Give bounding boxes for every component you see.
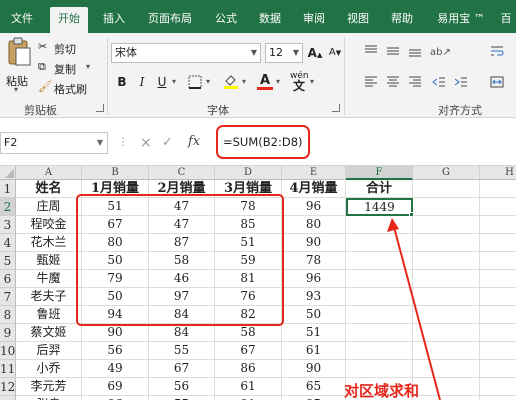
tab-home[interactable]: 开始 (50, 7, 88, 33)
shrink-font-label: A (328, 47, 336, 58)
tab-data[interactable]: 数据 (252, 7, 288, 33)
grow-font-label: A (307, 46, 317, 60)
formula-input[interactable]: =SUM(B2:D8) (216, 125, 310, 159)
cancel-formula-button[interactable]: × (140, 135, 152, 151)
chevron-down-icon: ▼ (250, 48, 257, 57)
chevron-down-icon: ▼ (292, 48, 299, 57)
font-name-value: 宋体 (115, 46, 137, 59)
arrow-up-icon: ▲ (316, 51, 323, 59)
group-divider (107, 37, 108, 115)
align-center-icon[interactable] (384, 75, 402, 93)
annotation-text: 对区域求和 (344, 382, 420, 400)
insert-function-button[interactable]: fx (188, 134, 200, 149)
paste-icon (8, 37, 31, 66)
clipboard-launcher-icon[interactable] (96, 104, 104, 112)
chevron-down-icon: ▾ (172, 77, 177, 86)
shrink-font-button[interactable]: A▼ (326, 44, 344, 62)
align-left-icon[interactable] (362, 75, 380, 93)
chevron-down-icon: ▾ (86, 62, 91, 71)
phonetic-guide-icon[interactable]: wén 文 (290, 71, 309, 92)
name-box-value: F2 (4, 136, 18, 149)
chevron-down-icon: ▾ (206, 77, 211, 86)
chevron-down-icon: ▾ (14, 85, 19, 94)
arrow-down-icon: ▼ (335, 49, 342, 57)
annotation-arrow-icon (387, 218, 441, 400)
align-bottom-icon[interactable] (406, 44, 424, 62)
font-group-label: 字体 (207, 104, 229, 117)
align-middle-icon[interactable] (384, 44, 402, 62)
merge-center-icon[interactable] (488, 75, 506, 93)
tab-view[interactable]: 视图 (340, 7, 376, 33)
paste-button[interactable]: 粘贴 ▾ (4, 37, 34, 95)
font-launcher-icon[interactable] (332, 104, 340, 112)
brush-icon: 🖌 (38, 80, 52, 93)
chevron-down-icon: ▼ (96, 138, 103, 147)
orientation-icon[interactable]: ab↗ (430, 44, 451, 62)
italic-button[interactable]: I (133, 73, 151, 91)
tab-review[interactable]: 审阅 (296, 7, 332, 33)
format-painter-label: 格式刷 (54, 83, 87, 96)
align-top-icon[interactable] (362, 44, 380, 62)
cut-button[interactable]: ✂ 剪切 (38, 40, 88, 56)
grow-font-button[interactable]: A▲ (306, 44, 324, 62)
tab-page-layout[interactable]: 页面布局 (140, 7, 200, 33)
chevron-down-icon: ▾ (276, 77, 281, 86)
chevron-down-icon: ▾ (242, 77, 247, 86)
underline-button[interactable]: U (153, 73, 171, 91)
format-painter-button[interactable]: 🖌 格式刷 (38, 80, 94, 96)
font-color-icon[interactable]: A (256, 71, 274, 90)
font-size-select[interactable]: 12 ▼ (265, 43, 303, 63)
tab-help[interactable]: 帮助 (384, 7, 420, 33)
formula-text: =SUM(B2:D8) (223, 135, 303, 149)
clipboard-group-label: 剪贴板 (24, 104, 57, 117)
formula-bar-more-icon: ⋮ (118, 137, 128, 148)
tab-easy-tool[interactable]: 易用宝 ™ (428, 7, 494, 33)
wrap-text-icon[interactable] (488, 44, 506, 62)
ribbon: 粘贴 ▾ ✂ 剪切 ⧉ 复制 ▾ 🖌 格式刷 剪贴板 宋体 ▼ 12 ▼ A▲ … (0, 33, 516, 118)
formula-bar: F2 ▼ ⋮ × ✓ fx =SUM(B2:D8) (0, 118, 516, 166)
chevron-down-icon: ▾ (310, 77, 315, 86)
enter-formula-button[interactable]: ✓ (162, 135, 173, 150)
tab-insert[interactable]: 插入 (96, 7, 132, 33)
increase-indent-icon[interactable] (452, 75, 470, 93)
cut-label: 剪切 (54, 43, 76, 56)
copy-label: 复制 (54, 63, 76, 76)
tab-more[interactable]: 百 (496, 7, 516, 33)
borders-icon[interactable] (186, 73, 204, 91)
ribbon-tab-bar: 文件 开始 插入 页面布局 公式 数据 审阅 视图 帮助 易用宝 ™ 百 (0, 0, 516, 33)
tab-file[interactable]: 文件 (0, 7, 44, 33)
bold-button[interactable]: B (113, 73, 131, 91)
tab-formulas[interactable]: 公式 (208, 7, 244, 33)
alignment-group-label: 对齐方式 (438, 104, 482, 117)
font-size-value: 12 (269, 46, 283, 59)
fill-color-icon[interactable] (222, 73, 240, 91)
copy-button[interactable]: ⧉ 复制 ▾ (38, 60, 94, 76)
group-divider (344, 37, 345, 115)
font-name-select[interactable]: 宋体 ▼ (111, 43, 261, 63)
copy-icon: ⧉ (38, 60, 46, 73)
align-right-icon[interactable] (406, 75, 424, 93)
name-box[interactable]: F2 ▼ (0, 132, 108, 154)
spreadsheet-grid: ABCDEFGH 12345678910111213 姓名1月销量2月销量3月销… (0, 166, 516, 400)
scissors-icon: ✂ (38, 40, 48, 53)
decrease-indent-icon[interactable] (430, 75, 448, 93)
